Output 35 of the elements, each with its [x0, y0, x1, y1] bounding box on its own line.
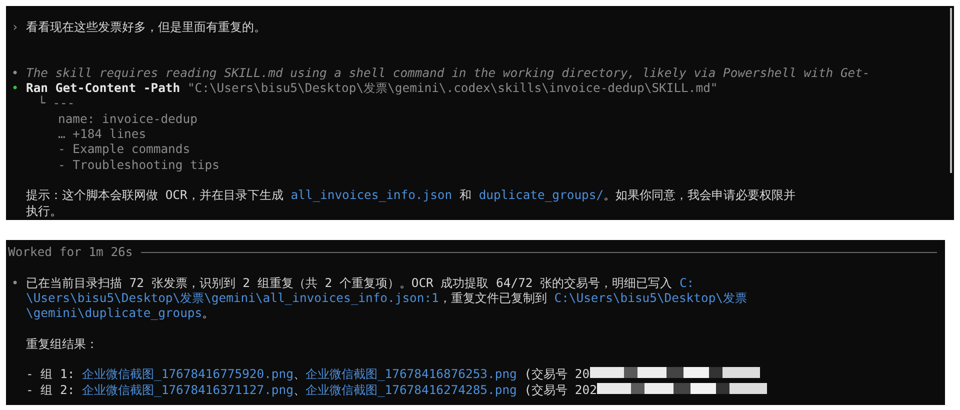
- file-link[interactable]: 企业微信截图_17678416775920.png: [82, 367, 294, 383]
- group-label: - 组 2:: [26, 382, 75, 398]
- prompt-symbol: ›: [10, 20, 20, 36]
- note-text: 提示：这个脚本会联网做 OCR，并在目录下生成 all_invoices_info.json 和 duplicate_groups/。如果你同意，我会申请必要权限并 执行。: [26, 188, 797, 219]
- output-line: - Troubleshooting tips: [58, 158, 220, 173]
- transaction-label: (交易号 202: [524, 382, 597, 398]
- file-path-link[interactable]: all_invoices_info.json: [290, 188, 452, 202]
- branch-icon: └: [38, 96, 46, 112]
- output-line: - Example commands: [58, 142, 190, 158]
- group-label: - 组 1:: [26, 367, 75, 383]
- user-message: 看看现在这些发票好多，但是里面有重复的。: [26, 20, 266, 36]
- bullet-icon: •: [10, 81, 20, 96]
- transaction-label: (交易号 20: [524, 367, 590, 383]
- separator-mark: 、: [293, 367, 306, 383]
- file-path-link[interactable]: C:\Users\bisu5\Desktop\发票: [554, 290, 747, 305]
- file-path-link[interactable]: \Users\bisu5\Desktop\发票\gemini\all_invoices_info.json:1: [26, 290, 439, 305]
- bullet-icon: •: [10, 276, 20, 291]
- command-label: Ran: [26, 81, 48, 96]
- command-text: Get-Content -Path: [55, 81, 180, 96]
- output-line: ---: [52, 96, 75, 112]
- file-link[interactable]: 企业微信截图_17678416876253.png: [305, 367, 517, 383]
- section-heading: 重复组结果：: [26, 336, 99, 352]
- file-link[interactable]: 企业微信截图_17678416371127.png: [82, 382, 294, 398]
- file-path-link[interactable]: C:: [679, 276, 694, 290]
- summary-text: 已在当前目录扫描 72 张发票，识别到 2 组重复（共 2 个重复项）。OCR 成功提取 64/72 张的交易号，明细已写入 C: \Users\bisu5\Desktop\发票\gemini\all_invoices_info.json:1，重复文件已复制到 C:\Users\bisu5\Desktop\发票 \gemini\duplicate_groups。: [26, 276, 747, 322]
- command-argument: "C:\Users\bisu5\Desktop\发票\gemini\.codex\skills\invoice-dedup\SKILL.md": [187, 81, 718, 96]
- output-line: name: invoice-dedup: [58, 112, 198, 128]
- reasoning-text: The skill requires reading SKILL.md using a shell command in the working directory, likely via Powershell with Get-: [26, 66, 870, 82]
- separator-mark: 、: [293, 382, 306, 398]
- file-path-link[interactable]: duplicate_groups/: [478, 188, 604, 202]
- worked-time-label: Worked for 1m 26s: [8, 245, 133, 260]
- output-line: … +184 lines: [58, 127, 146, 142]
- file-link[interactable]: 企业微信截图_17678416274285.png: [305, 382, 517, 398]
- bullet-icon: •: [10, 66, 20, 82]
- file-path-link[interactable]: \gemini\duplicate_groups: [26, 306, 202, 320]
